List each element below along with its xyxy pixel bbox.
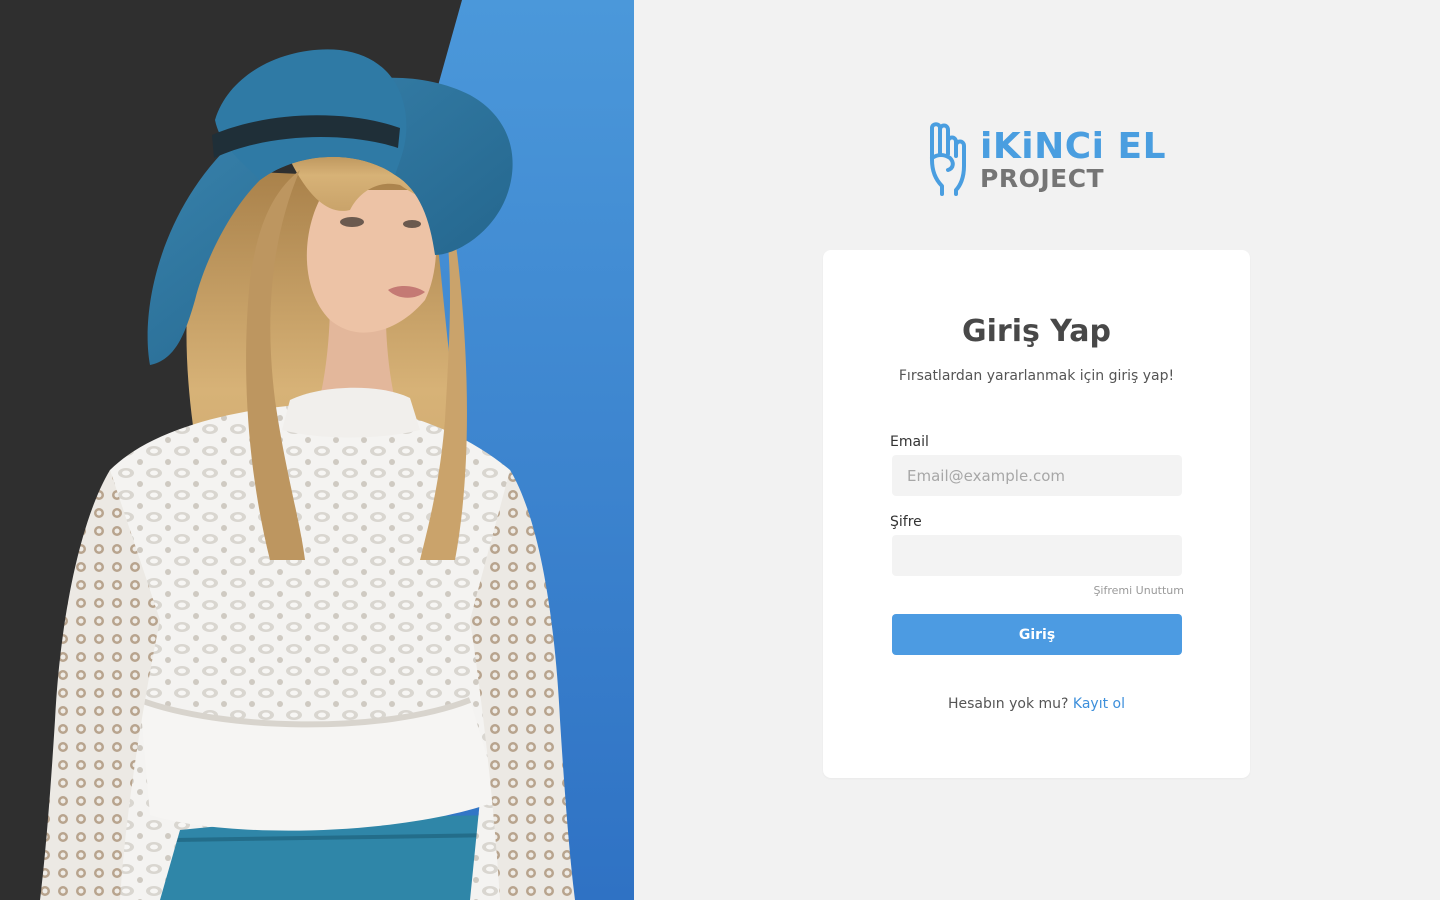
login-button[interactable]: Giriş <box>892 614 1182 655</box>
login-title: Giriş Yap <box>962 314 1111 349</box>
peace-hand-icon <box>930 122 966 196</box>
login-area: iKiNCi EL PROJECT Giriş Yap Fırsatlardan… <box>634 0 1440 900</box>
email-field[interactable] <box>892 455 1182 496</box>
password-label: Şifre <box>890 514 922 530</box>
email-label: Email <box>890 434 929 450</box>
brand-logo[interactable]: iKiNCi EL PROJECT <box>924 120 1166 200</box>
signup-row: Hesabın yok mu? Kayıt ol <box>823 696 1250 712</box>
signup-prompt: Hesabın yok mu? <box>947 696 1069 712</box>
brand-subtitle: PROJECT <box>980 164 1105 193</box>
login-subtitle: Fırsatlardan yararlanmak için giriş yap! <box>898 368 1175 384</box>
hero-panel <box>0 0 634 900</box>
login-card: Giriş Yap Fırsatlardan yararlanmak için … <box>823 250 1250 778</box>
hero-image <box>0 0 634 900</box>
brand-name: iKiNCi EL <box>980 126 1167 167</box>
signup-link[interactable]: Kayıt ol <box>1073 696 1125 712</box>
forgot-password-link[interactable]: Şifremi Unuttum <box>1093 584 1184 597</box>
password-field[interactable] <box>892 535 1182 576</box>
